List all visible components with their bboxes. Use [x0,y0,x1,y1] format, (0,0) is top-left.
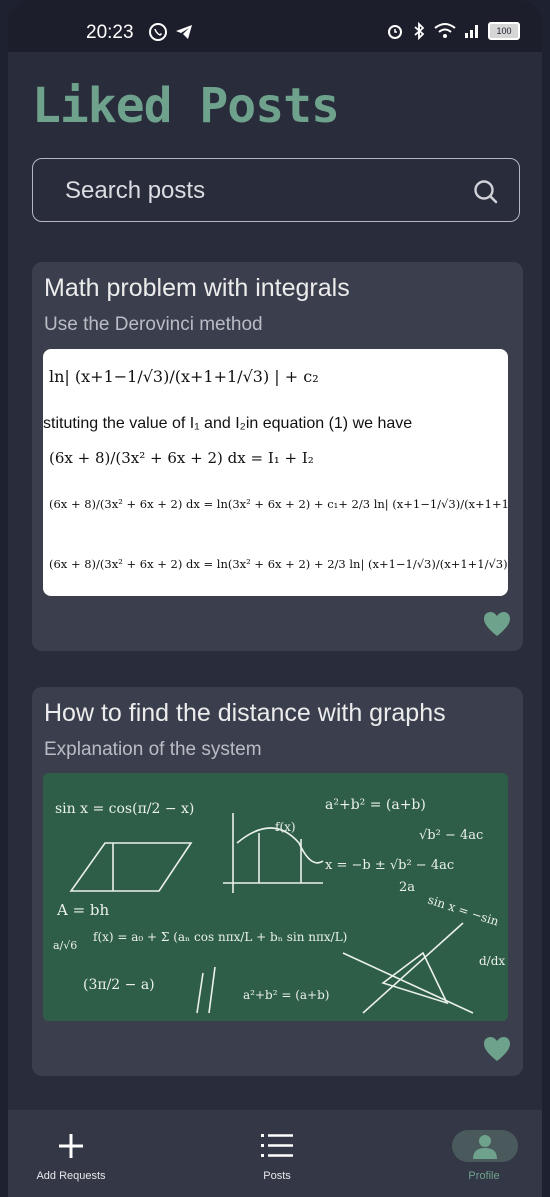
nav-label: Posts [263,1170,291,1182]
chalk-text: a/√6 [53,939,77,952]
telegram-icon [176,25,192,39]
post-title: How to find the distance with graphs [44,699,446,727]
chalk-text: d/dx [479,954,505,968]
chalkboard-drawing: sin x = cos(π/2 − x) a²+b² = (a+b) √b² −… [43,773,508,1021]
person-icon [473,1135,497,1159]
status-bar: 20:23 100 [8,0,542,52]
nav-profile[interactable]: Profile [414,1110,542,1197]
math-line: (6x + 8)/(3x² + 6x + 2) dx = ln(3x² + 6x… [49,497,508,511]
page-title: Liked Posts [32,78,340,134]
post-card[interactable]: Math problem with integrals Use the Dero… [32,262,523,651]
post-image: ln| (x+1−1/√3)/(x+1+1/√3) | + c₂ stituti… [43,349,508,596]
math-line: (6x + 8)/(3x² + 6x + 2) dx = I₁ + I₂ [49,449,314,467]
chalk-text: 2a [399,880,415,895]
chalk-text: a²+b² = (a+b) [325,797,426,813]
search-box[interactable] [32,158,520,222]
bottom-nav: Add Requests Posts Profile [8,1110,542,1197]
post-image: sin x = cos(π/2 − x) a²+b² = (a+b) √b² −… [43,773,508,1021]
plus-icon [59,1134,83,1158]
alarm-icon [388,25,402,39]
signal-icon [465,25,478,38]
wifi-icon [434,23,456,38]
search-input[interactable] [63,173,467,209]
math-line: (6x + 8)/(3x² + 6x + 2) dx = ln(3x² + 6x… [49,557,508,571]
chalk-text: f(x) = a₀ + Σ (aₙ cos nπx/L + bₙ sin nπx… [93,930,347,944]
search-icon[interactable] [473,179,499,205]
heart-icon[interactable] [483,1036,511,1062]
nav-add-requests[interactable]: Add Requests [8,1110,141,1197]
bluetooth-icon [414,22,425,40]
chalk-text: sin x = cos(π/2 − x) [55,801,194,817]
whatsapp-icon [149,23,167,41]
list-icon [261,1134,293,1157]
nav-posts[interactable]: Posts [207,1110,347,1197]
battery-indicator: 100 [488,22,520,40]
app-screen: 20:23 100 Liked Posts Math problem with … [8,0,542,1197]
post-title: Math problem with integrals [44,274,350,302]
math-line: stituting the value of I₁ and I₂in equat… [43,415,413,432]
nav-label: Add Requests [36,1170,106,1182]
status-time: 20:23 [86,22,134,43]
math-line: ln| (x+1−1/√3)/(x+1+1/√3) | + c₂ [49,367,319,386]
heart-icon[interactable] [483,611,511,637]
post-subtitle: Explanation of the system [44,739,262,760]
chalk-text: x = −b ± √b² − 4ac [325,858,454,873]
post-subtitle: Use the Derovinci method [44,314,263,335]
chalk-text: A = bh [56,901,110,919]
chalk-text: a²+b² = (a+b) [243,988,329,1002]
chalk-text: √b² − 4ac [419,828,483,843]
post-card[interactable]: How to find the distance with graphs Exp… [32,687,523,1076]
chalk-text: (3π/2 − a) [83,977,155,993]
nav-label: Profile [468,1170,500,1182]
